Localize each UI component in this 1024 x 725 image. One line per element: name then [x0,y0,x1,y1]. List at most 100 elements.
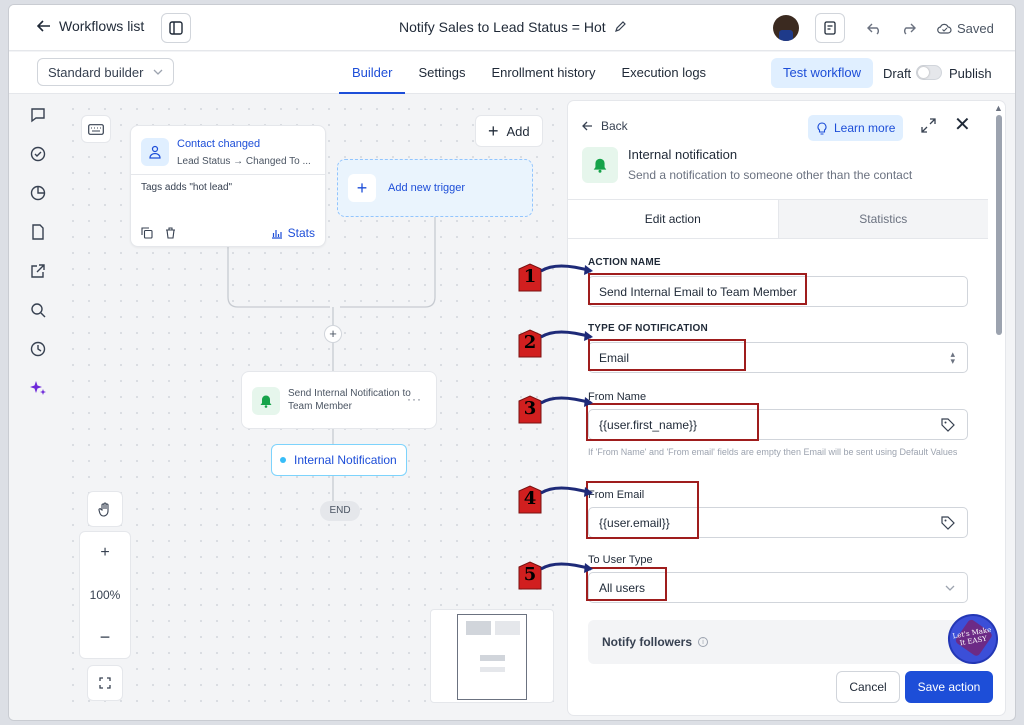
tab-edit-action[interactable]: Edit action [568,200,778,238]
more-options-icon[interactable]: ··· [407,392,422,406]
contact-users-icon [141,138,169,166]
trigger-footer: Stats [141,226,315,240]
minimap-viewport[interactable] [457,614,527,700]
tab-settings[interactable]: Settings [405,52,478,94]
trigger-subtitle: Lead Status → Changed To ... [177,156,311,167]
external-link-icon[interactable] [28,261,48,281]
zoom-in-button[interactable]: + [80,532,130,574]
copy-icon[interactable] [141,227,153,239]
add-label: Add [506,123,530,139]
chevron-down-icon [153,69,163,75]
bell-icon [252,387,280,415]
fit-view-button[interactable] [87,665,123,701]
action-node-card[interactable]: Send Internal Notification to Team Membe… [241,371,437,429]
action-name-label: ACTION NAME [588,257,661,268]
trigger-title: Contact changed [177,138,261,150]
arrow-left-icon [37,20,50,32]
notify-followers-section[interactable]: Notify followers i [588,620,968,664]
from-name-input[interactable]: {{user.first_name}} [588,409,968,440]
publish-label: Publish [949,66,992,81]
panel-back-button[interactable]: Back [582,119,628,133]
builder-type-select[interactable]: Standard builder [37,58,174,86]
trigger-filter-tags: Tags adds "hot lead" [141,182,233,193]
workflow-canvas[interactable]: + Add Contact changed Lead Status → Chan… [65,101,559,715]
stats-link[interactable]: Stats [271,226,315,240]
bar-chart-icon [271,229,282,239]
pan-hand-button[interactable] [87,491,123,527]
cancel-button[interactable]: Cancel [836,671,900,703]
add-new-trigger-button[interactable]: + Add new trigger [337,159,533,217]
tab-enrollment-history[interactable]: Enrollment history [478,52,608,94]
add-trigger-label: Add new trigger [388,182,466,194]
action-name-input[interactable]: Send Internal Email to Team Member [588,276,968,307]
chat-icon[interactable] [28,105,48,125]
zoom-level: 100% [89,588,121,602]
bell-icon [582,147,618,183]
pie-chart-icon[interactable] [28,183,48,203]
toggle-sidebar-button[interactable] [161,13,191,43]
save-status: Saved [937,21,994,36]
from-name-value: {{user.first_name}} [599,417,698,432]
notification-type-label: TYPE OF NOTIFICATION [588,323,708,334]
document-icon[interactable] [28,222,48,242]
action-name-value: Send Internal Email to Team Member [599,284,797,299]
save-action-button[interactable]: Save action [905,671,993,703]
updown-chevron-icon: ▴ ▾ [950,349,955,366]
undo-button[interactable] [859,13,889,43]
workflow-tabs: Builder Settings Enrollment history Exec… [339,52,719,94]
expand-icon[interactable] [921,118,936,133]
user-type-select[interactable]: All users [588,572,968,603]
test-workflow-button[interactable]: Test workflow [771,58,874,88]
builder-type-value: Standard builder [48,64,144,80]
hand-icon [98,501,109,517]
scroll-up-arrow[interactable]: ▲ [994,103,1003,113]
canvas-minimap[interactable] [430,609,554,703]
left-icon-rail [9,95,65,720]
sparkle-icon[interactable] [28,378,48,398]
cloud-check-icon [937,23,952,34]
tab-execution-logs[interactable]: Execution logs [609,52,720,94]
lightbulb-icon [817,121,827,135]
close-panel-button[interactable]: ✕ [954,115,971,135]
draft-label: Draft [883,66,912,81]
history-icon[interactable] [28,339,48,359]
publish-toggle[interactable] [916,65,942,80]
learn-more-label: Learn more [834,121,896,135]
panel-scrollbar[interactable] [996,115,1002,335]
from-email-input[interactable]: {{user.email}} [588,507,968,538]
chevron-down-icon [945,585,955,591]
panel-tabs: Edit action Statistics [568,199,988,239]
back-to-workflows-link[interactable]: Workflows list [37,18,144,34]
trigger-card[interactable]: Contact changed Lead Status → Changed To… [130,125,326,247]
keyboard-shortcuts-button[interactable] [81,115,111,143]
search-icon[interactable] [28,300,48,320]
learn-more-button[interactable]: Learn more [808,115,904,141]
panel-description: Send a notification to someone other tha… [628,168,913,182]
check-circle-icon[interactable] [28,144,48,164]
tab-builder[interactable]: Builder [339,52,406,94]
plus-icon: + [348,174,376,202]
keyboard-icon [88,123,104,135]
panel-back-label: Back [601,119,628,133]
tag-icon[interactable] [941,418,955,432]
internal-notification-chip[interactable]: Internal Notification [271,444,407,476]
action-node-label: Send Internal Notification to Team Membe… [288,388,411,412]
user-type-label: To User Type [588,554,653,566]
notification-type-select[interactable]: Email ▴ ▾ [588,342,968,373]
user-avatar[interactable] [773,15,799,41]
pencil-icon[interactable] [614,21,626,33]
notification-type-value: Email [599,350,630,365]
builder-toolbar: Standard builder Builder Settings Enroll… [9,52,1015,94]
zoom-controls: + 100% − [79,531,131,659]
from-email-label: From Email [588,489,645,501]
tab-statistics[interactable]: Statistics [777,200,988,238]
insert-step-button[interactable]: + [324,325,342,343]
zoom-out-button[interactable]: − [80,616,130,658]
trash-icon[interactable] [165,227,176,239]
tag-icon[interactable] [941,516,955,530]
info-icon[interactable]: i [698,637,709,647]
add-node-button[interactable]: + Add [475,115,543,147]
workflow-title[interactable]: Notify Sales to Lead Status = Hot [399,19,626,35]
redo-button[interactable] [893,13,923,43]
notes-button[interactable] [815,13,845,43]
